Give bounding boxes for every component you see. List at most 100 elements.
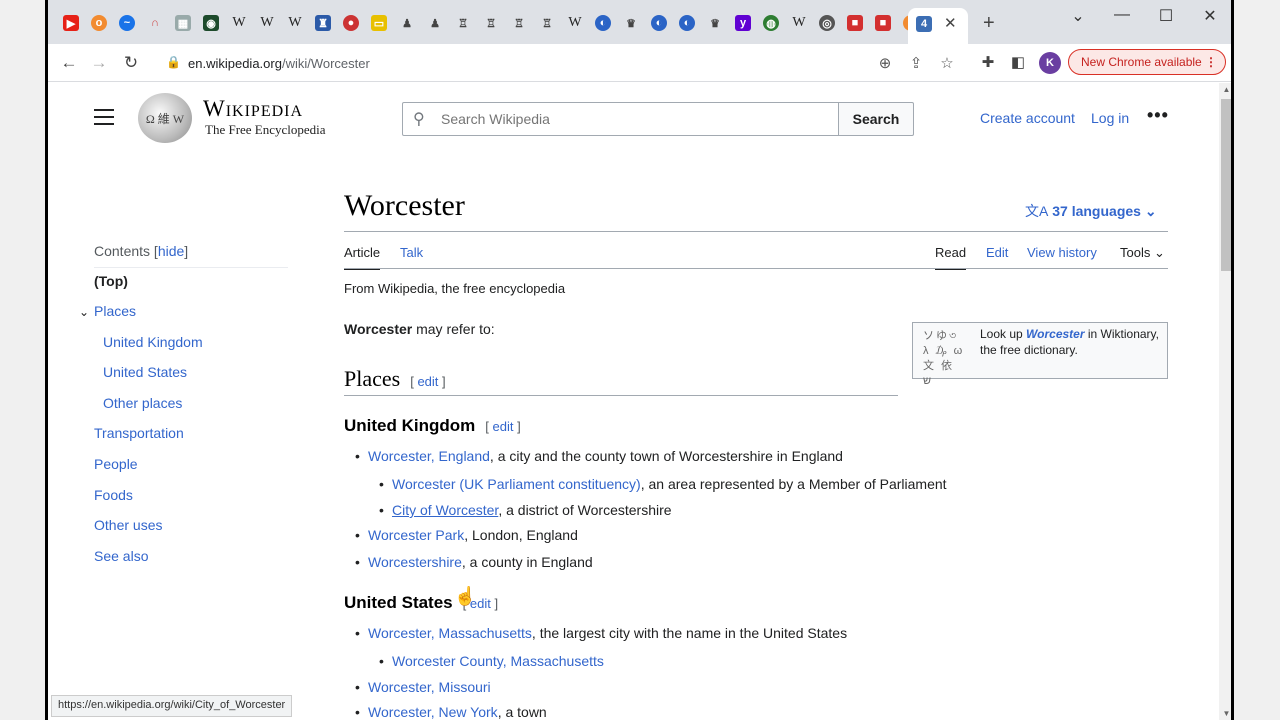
tab-site[interactable]: ■ <box>844 12 866 34</box>
tab-site[interactable]: ◉ <box>200 12 222 34</box>
browser-toolbar: ← → ↻ 🔒 en.wikipedia.org/wiki/Worcester … <box>48 44 1231 82</box>
tab-site[interactable]: ◍ <box>760 12 782 34</box>
list-item: Worcester, New York, a town <box>355 704 547 720</box>
list-item-link[interactable]: Worcester, Missouri <box>368 679 491 695</box>
list-item-link[interactable]: Worcestershire <box>368 554 462 570</box>
wikipedia-wordmark[interactable]: Wikipedia <box>203 96 303 122</box>
tab-site[interactable]: ◐ <box>648 12 670 34</box>
minimize-icon[interactable]: — <box>1112 6 1132 24</box>
toc-item-other-uses[interactable]: Other uses <box>94 517 162 533</box>
log-in-link[interactable]: Log in <box>1091 110 1129 126</box>
new-chrome-available-button[interactable]: New Chrome available ⋮ <box>1068 49 1226 75</box>
forward-icon[interactable]: → <box>88 52 110 74</box>
zoom-icon[interactable]: ⊕ <box>875 54 895 72</box>
tab-search-chevron-icon[interactable]: ⌄ <box>1068 6 1088 26</box>
page-scrollbar[interactable]: ▲ ▼ <box>1219 83 1231 720</box>
reload-icon[interactable]: ↻ <box>120 52 142 74</box>
toc-item-see-also[interactable]: See also <box>94 548 148 564</box>
tab-article[interactable]: Article <box>344 245 381 270</box>
toc-item-people[interactable]: People <box>94 456 138 472</box>
close-tab-icon[interactable]: ✕ <box>944 14 957 32</box>
new-tab-icon[interactable]: + <box>983 12 995 35</box>
list-item-link[interactable]: Worcester County, Massachusetts <box>392 653 604 669</box>
chevron-down-icon[interactable]: ⌄ <box>79 305 89 319</box>
wiktionary-logo-icon: ソゆ৩ λ ₯ ω文 依 ש <box>923 330 965 387</box>
tab-site[interactable]: ∩ <box>144 12 166 34</box>
create-account-link[interactable]: Create account <box>980 110 1075 126</box>
tab-wikipedia[interactable]: W <box>256 12 278 34</box>
url-text[interactable]: en.wikipedia.org/wiki/Worcester <box>188 56 370 71</box>
list-item-link[interactable]: City of Worcester <box>392 502 498 518</box>
tab-site[interactable]: ♟ <box>396 12 418 34</box>
user-menu-ellipsis-icon[interactable]: ••• <box>1147 105 1169 126</box>
url-host: en.wikipedia.org <box>188 56 282 71</box>
tab-youtube[interactable]: ▶ <box>60 12 82 34</box>
toc-item-other-places[interactable]: Other places <box>103 395 182 411</box>
tab-talk[interactable]: Talk <box>400 245 423 260</box>
tab-site[interactable]: ~ <box>116 12 138 34</box>
tab-yahoo[interactable]: y <box>732 12 754 34</box>
tab-view-history[interactable]: View history <box>1027 245 1097 260</box>
list-item-link[interactable]: Worcester, Massachusetts <box>368 625 532 641</box>
list-item-link[interactable]: Worcester (UK Parliament constituency) <box>392 476 641 492</box>
tab-wikipedia[interactable]: W <box>284 12 306 34</box>
share-icon[interactable]: ⇪ <box>906 54 926 72</box>
toc-item-transportation[interactable]: Transportation <box>94 425 184 441</box>
tab-wikipedia[interactable]: W <box>788 12 810 34</box>
tab-site[interactable]: ▭ <box>368 12 390 34</box>
tab-edit[interactable]: Edit <box>986 245 1008 260</box>
toc-item-united-kingdom[interactable]: United Kingdom <box>103 334 203 350</box>
tab-tools[interactable]: Tools ⌄ <box>1120 245 1165 261</box>
tab-wikipedia[interactable]: W <box>228 12 250 34</box>
tab-site[interactable]: ♖ <box>508 12 530 34</box>
address-bar[interactable]: 🔒 en.wikipedia.org/wiki/Worcester ⊕ ⇪ ☆ <box>158 48 968 78</box>
tab-site[interactable]: ◎ <box>816 12 838 34</box>
list-item-link[interactable]: Worcester, New York <box>368 704 498 720</box>
list-item-link[interactable]: Worcester Park <box>368 527 464 543</box>
bookmark-star-icon[interactable]: ☆ <box>937 54 957 72</box>
toc-item-top[interactable]: (Top) <box>94 273 128 289</box>
tab-site[interactable]: ♟ <box>424 12 446 34</box>
wiktionary-term-link[interactable]: Worcester <box>1026 327 1084 341</box>
tab-site[interactable]: ◐ <box>676 12 698 34</box>
tab-site[interactable]: ♛ <box>620 12 642 34</box>
toc-item-united-states[interactable]: United States <box>103 364 187 380</box>
side-panel-icon[interactable]: ◧ <box>1008 53 1028 71</box>
edit-section-link[interactable]: edit <box>417 374 438 389</box>
language-button[interactable]: 文A 37 languages ⌄ <box>1025 201 1157 221</box>
folder-icon: ▭ <box>371 15 387 31</box>
back-icon[interactable]: ← <box>58 52 80 74</box>
profile-avatar[interactable]: K <box>1039 52 1061 74</box>
wikipedia-globe-logo[interactable]: Ω 維 W <box>138 93 192 143</box>
scroll-down-icon[interactable]: ▼ <box>1219 709 1231 718</box>
toc-item-places[interactable]: Places <box>94 303 136 319</box>
toc-hide-link[interactable]: hide <box>158 243 184 259</box>
toc-item-foods[interactable]: Foods <box>94 487 133 503</box>
tab-opera[interactable]: o <box>88 12 110 34</box>
tab-site[interactable]: ♖ <box>480 12 502 34</box>
tab-site[interactable]: ♖ <box>452 12 474 34</box>
scroll-up-icon[interactable]: ▲ <box>1219 85 1231 94</box>
list-item-text: , London, England <box>464 527 578 543</box>
scrollbar-thumb[interactable] <box>1221 99 1231 271</box>
tab-site[interactable]: ■ <box>872 12 894 34</box>
tab-calendar[interactable]: ▦ <box>172 12 194 34</box>
building-icon: ♖ <box>514 17 524 30</box>
search-input[interactable] <box>441 111 821 127</box>
tab-site[interactable]: ◐ <box>592 12 614 34</box>
main-menu-icon[interactable] <box>94 109 114 125</box>
search-button[interactable]: Search <box>838 102 914 136</box>
active-tab[interactable]: 4 ✕ <box>908 8 968 44</box>
close-window-icon[interactable]: ✕ <box>1200 6 1220 26</box>
list-item-link[interactable]: Worcester, England <box>368 448 490 464</box>
tab-site[interactable]: ♜ <box>312 12 334 34</box>
tab-site[interactable]: ● <box>340 12 362 34</box>
figure-icon: ♟ <box>430 17 440 30</box>
tab-site[interactable]: ♖ <box>536 12 558 34</box>
tab-read[interactable]: Read <box>935 245 967 270</box>
tab-site[interactable]: ♛ <box>704 12 726 34</box>
maximize-icon[interactable]: ☐ <box>1156 6 1176 26</box>
extensions-icon[interactable]: ✚ <box>978 53 998 71</box>
edit-section-link[interactable]: edit <box>493 419 514 434</box>
tab-wikipedia[interactable]: W <box>564 12 586 34</box>
